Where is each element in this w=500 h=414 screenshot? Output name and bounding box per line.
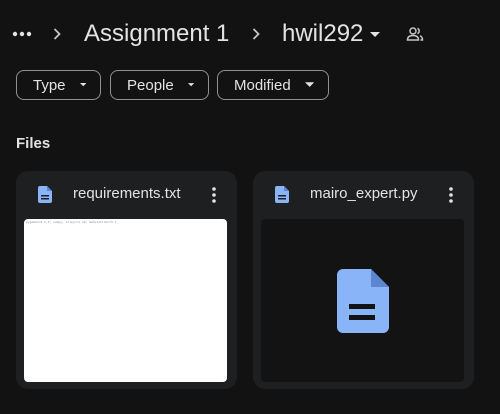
section-title-files: Files: [16, 135, 51, 152]
thumbnail-preview-text: pygame==2.1.3; numpy; scipy==1.10; matpl…: [26, 220, 117, 224]
more-vert-icon[interactable]: [441, 185, 461, 205]
drive-folder-view: Assignment 1 hwil292 Type People Modifie…: [0, 0, 500, 414]
filter-people-chip[interactable]: People: [110, 70, 209, 100]
document-icon: [336, 268, 389, 333]
caret-down-icon: [187, 83, 194, 87]
file-name: requirements.txt: [73, 185, 181, 202]
filter-type-chip[interactable]: Type: [16, 70, 101, 100]
file-thumbnail[interactable]: [261, 219, 464, 382]
more-horiz-icon[interactable]: [10, 24, 34, 44]
document-icon: [38, 186, 52, 203]
caret-down-icon: [304, 82, 314, 87]
file-card-header: mairo_expert.py: [253, 171, 474, 217]
caret-down-icon: [79, 83, 86, 87]
file-name: mairo_expert.py: [310, 185, 418, 202]
current-folder-name: hwil292: [282, 20, 364, 47]
caret-down-icon: [370, 31, 381, 37]
breadcrumb-item-assignment[interactable]: Assignment 1: [84, 18, 229, 50]
breadcrumb-current-folder[interactable]: hwil292: [282, 18, 381, 50]
filter-modified-label: Modified: [234, 76, 291, 94]
file-card-mairo-expert[interactable]: mairo_expert.py: [253, 171, 474, 389]
file-card-header: requirements.txt: [16, 171, 237, 217]
file-thumbnail[interactable]: pygame==2.1.3; numpy; scipy==1.10; matpl…: [24, 219, 227, 382]
file-card-requirements[interactable]: requirements.txt pygame==2.1.3; numpy; s…: [16, 171, 237, 389]
breadcrumb: Assignment 1 hwil292: [0, 0, 500, 68]
chevron-right-icon: [248, 24, 264, 44]
filter-modified-chip[interactable]: Modified: [217, 70, 329, 100]
document-icon: [275, 186, 289, 203]
more-vert-icon[interactable]: [204, 185, 224, 205]
chevron-right-icon: [49, 24, 65, 44]
filter-type-label: Type: [33, 76, 66, 94]
filter-people-label: People: [127, 76, 174, 94]
shared-people-icon[interactable]: [406, 25, 424, 43]
